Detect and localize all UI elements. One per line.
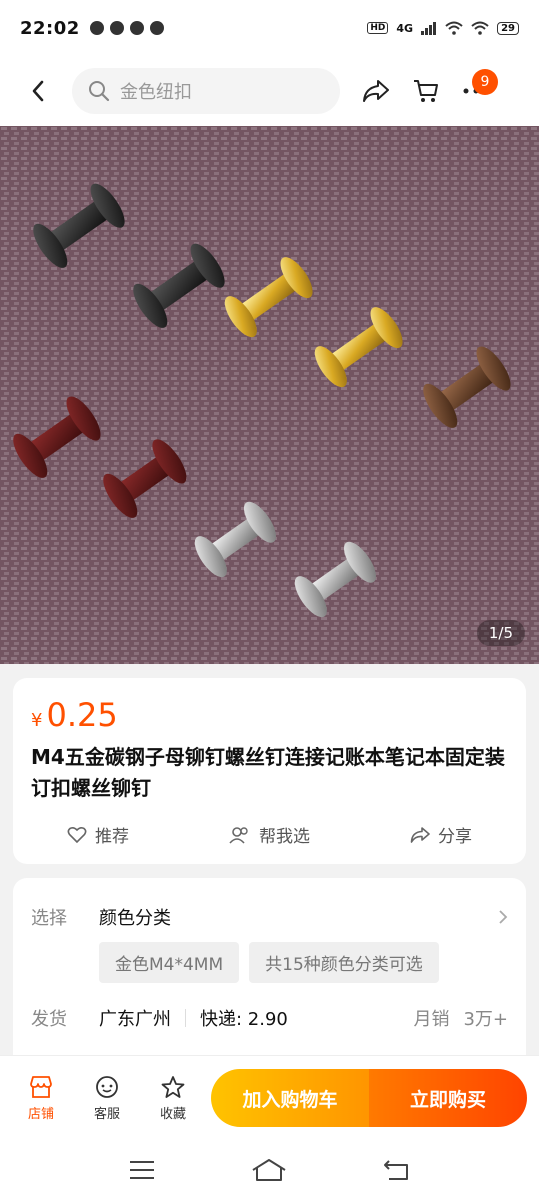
network-type: 4G bbox=[396, 21, 414, 35]
wechat-icon bbox=[89, 21, 104, 35]
price-value: 0.25 bbox=[46, 696, 118, 734]
share-label: 分享 bbox=[438, 827, 472, 847]
product-photo bbox=[0, 126, 539, 664]
store-icon bbox=[30, 1075, 52, 1098]
select-value: 颜色分类 bbox=[99, 908, 171, 929]
search-placeholder: 金色纽扣 bbox=[120, 82, 192, 103]
select-label: 选择 bbox=[31, 908, 67, 929]
product-actions: 推荐 帮我选 分享 bbox=[31, 822, 508, 847]
sales-label: 月销 bbox=[413, 1009, 450, 1030]
share-action-button[interactable]: 分享 bbox=[410, 822, 472, 847]
message-icon bbox=[149, 21, 164, 35]
product-title: M4五金碳钢子母铆钉螺丝钉连接记账本笔记本固定装订扣螺丝铆钉 bbox=[31, 745, 505, 800]
cart-button[interactable] bbox=[406, 71, 446, 111]
share-icon bbox=[363, 80, 389, 102]
select-row[interactable]: 选择 颜色分类 bbox=[31, 904, 508, 930]
add-to-cart-button[interactable]: 加入购物车 bbox=[211, 1069, 369, 1127]
wifi-icon bbox=[445, 21, 463, 35]
top-nav: 金色纽扣 9 bbox=[0, 56, 539, 126]
price: ¥ 0.25 bbox=[31, 696, 508, 734]
cart-icon bbox=[414, 80, 438, 102]
status-right: HD 4G 29 bbox=[367, 21, 519, 35]
service-label: 客服 bbox=[93, 1106, 120, 1122]
store-label: 店铺 bbox=[27, 1106, 54, 1122]
app-icon bbox=[129, 21, 144, 35]
buy-now-button[interactable]: 立即购买 bbox=[369, 1069, 527, 1127]
currency-symbol: ¥ bbox=[31, 710, 43, 731]
search-icon bbox=[89, 81, 110, 102]
ship-location: 广东广州 bbox=[99, 1009, 171, 1030]
sku-chips: 金色M4*4MM 共15种颜色分类可选 bbox=[99, 942, 508, 983]
search-input[interactable]: 金色纽扣 bbox=[72, 68, 340, 114]
sku-chip[interactable]: 共15种颜色分类可选 bbox=[249, 942, 439, 983]
back-nav-icon[interactable] bbox=[383, 1159, 411, 1181]
star-icon bbox=[161, 1075, 185, 1098]
bottom-action-bar: 店铺 客服 收藏 加入购物车 立即购买 bbox=[0, 1056, 539, 1140]
heart-icon bbox=[67, 826, 87, 843]
customer-service-button[interactable]: 客服 bbox=[74, 1075, 140, 1122]
menu-icon[interactable] bbox=[128, 1159, 156, 1181]
chevron-left-icon bbox=[32, 80, 44, 102]
options-card: 选择 颜色分类 金色M4*4MM 共15种颜色分类可选 发货 广东广州 快递: … bbox=[13, 878, 526, 1078]
back-button[interactable] bbox=[18, 71, 58, 111]
recommend-label: 推荐 bbox=[95, 827, 129, 847]
app-icon bbox=[109, 21, 124, 35]
store-button[interactable]: 店铺 bbox=[8, 1075, 74, 1122]
hd-indicator: HD bbox=[367, 22, 389, 34]
people-icon bbox=[229, 826, 248, 844]
signal-icon bbox=[421, 22, 437, 35]
service-icon bbox=[96, 1075, 118, 1098]
ship-express: 快递: 2.90 bbox=[200, 1009, 288, 1030]
product-image[interactable]: 1/5 bbox=[0, 126, 539, 664]
purchase-buttons: 加入购物车 立即购买 bbox=[211, 1069, 527, 1127]
battery-indicator: 29 bbox=[497, 21, 519, 35]
ship-label: 发货 bbox=[31, 1009, 67, 1030]
notification-icons bbox=[89, 21, 164, 35]
sales-value: 3万+ bbox=[463, 1009, 508, 1030]
more-button[interactable]: 9 bbox=[456, 69, 498, 111]
recommend-button[interactable]: 推荐 bbox=[67, 822, 129, 847]
divider bbox=[185, 1009, 186, 1027]
favorite-label: 收藏 bbox=[159, 1106, 186, 1122]
help-choose-button[interactable]: 帮我选 bbox=[229, 822, 310, 847]
share-button[interactable] bbox=[356, 71, 396, 111]
price-card: ¥ 0.25 M4五金碳钢子母铆钉螺丝钉连接记账本笔记本固定装订扣螺丝铆钉 推荐… bbox=[13, 678, 526, 864]
favorite-button[interactable]: 收藏 bbox=[140, 1075, 206, 1122]
help-choose-label: 帮我选 bbox=[259, 827, 310, 847]
share-icon bbox=[410, 826, 430, 843]
message-badge: 9 bbox=[472, 69, 498, 95]
chevron-right-icon bbox=[499, 910, 508, 924]
wifi-icon bbox=[471, 21, 489, 35]
system-nav-bar bbox=[0, 1140, 539, 1200]
shipping-row: 发货 广东广州 快递: 2.90 月销 3万+ bbox=[31, 1005, 508, 1031]
home-icon[interactable] bbox=[251, 1158, 287, 1182]
monthly-sales: 月销 3万+ bbox=[413, 1005, 508, 1031]
status-bar: 22:02 HD 4G 29 bbox=[0, 0, 539, 56]
status-time: 22:02 bbox=[20, 17, 80, 39]
sku-chip[interactable]: 金色M4*4MM bbox=[99, 942, 240, 983]
image-index-indicator: 1/5 bbox=[476, 620, 525, 646]
